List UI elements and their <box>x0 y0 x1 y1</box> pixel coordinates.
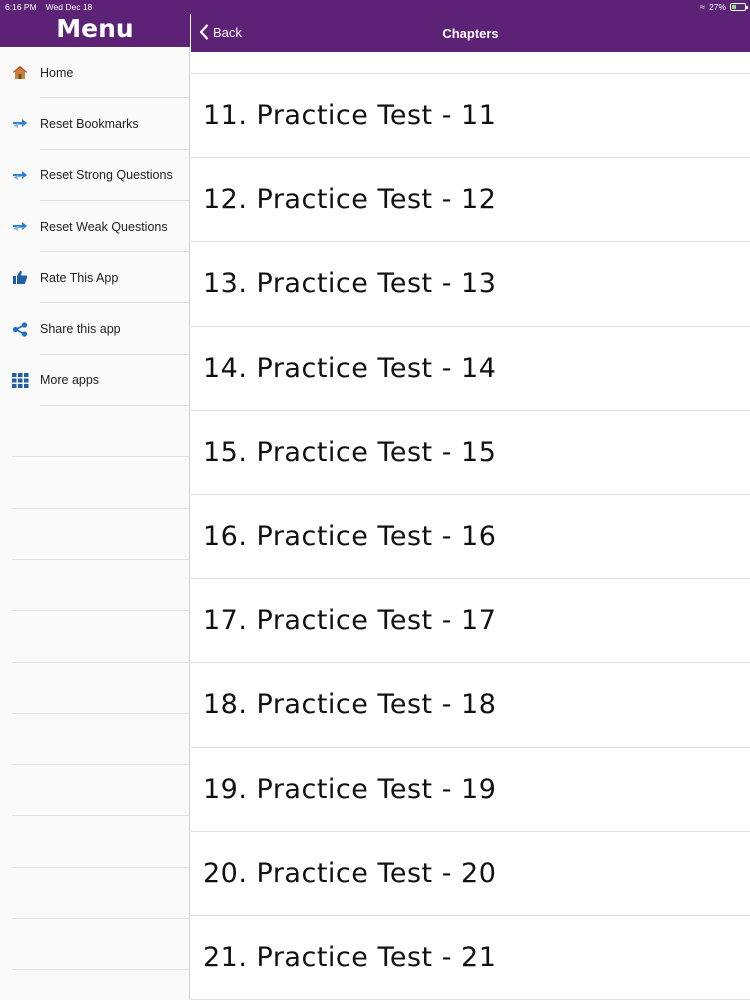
empty-row <box>0 765 190 817</box>
page-title: Chapters <box>442 26 499 41</box>
chapter-item[interactable]: 14. Practice Test - 14 <box>191 327 750 411</box>
menu-title: Menu <box>56 14 134 43</box>
empty-row <box>0 560 190 612</box>
chapter-item[interactable]: 12. Practice Test - 12 <box>191 158 750 243</box>
menu-item-label: More apps <box>40 373 100 388</box>
menu-item-label: Reset Bookmarks <box>40 116 139 131</box>
menu-item-reset-strong-questions[interactable]: Reset Strong Questions <box>0 150 190 201</box>
empty-row <box>0 457 190 509</box>
chapter-item[interactable]: 19. Practice Test - 19 <box>191 748 750 832</box>
chapters-panel: Back Chapters 11. Practice Test - 11 12.… <box>191 0 750 1000</box>
empty-row <box>0 406 190 458</box>
menu-item-reset-bookmarks[interactable]: Reset Bookmarks <box>0 98 190 150</box>
grid-icon <box>0 372 40 388</box>
chapter-list: 11. Practice Test - 11 12. Practice Test… <box>191 52 750 1000</box>
empty-row <box>0 509 190 560</box>
thumbs-up-icon <box>0 270 40 285</box>
divider <box>12 969 190 971</box>
back-label: Back <box>213 24 242 40</box>
empty-row <box>0 663 190 714</box>
wifi-icon: ≈ <box>700 1 705 12</box>
menu-list: Home Reset Bookmarks Reset Strong Questi… <box>0 47 190 971</box>
chevron-left-icon <box>199 24 209 40</box>
list-top-spacer <box>191 52 750 74</box>
empty-row <box>0 611 190 663</box>
empty-row <box>0 868 190 920</box>
menu-item-label: Reset Strong Questions <box>40 168 173 183</box>
menu-item-label: Home <box>40 65 74 80</box>
menu-item-label: Share this app <box>40 322 121 337</box>
empty-row <box>0 714 190 766</box>
reset-arrows-icon <box>0 117 40 130</box>
menu-item-label: Rate This App <box>40 270 119 285</box>
reset-arrows-icon <box>0 169 40 182</box>
chapter-item[interactable]: 21. Practice Test - 21 <box>191 916 750 1000</box>
share-icon <box>0 322 40 337</box>
menu-item-rate-app[interactable]: Rate This App <box>0 252 190 304</box>
chapter-item[interactable]: 17. Practice Test - 17 <box>191 579 750 664</box>
empty-row <box>0 919 190 971</box>
empty-row <box>0 816 190 868</box>
battery-percent: 27% <box>708 2 726 12</box>
chapter-item[interactable]: 18. Practice Test - 18 <box>191 663 750 748</box>
chapter-item[interactable]: 20. Practice Test - 20 <box>191 832 750 916</box>
menu-item-label: Reset Weak Questions <box>40 219 168 234</box>
chapter-item[interactable]: 15. Practice Test - 15 <box>191 411 750 495</box>
chapter-item[interactable]: 11. Practice Test - 11 <box>191 74 750 159</box>
status-bar: 6:16 PM Wed Dec 18 ≈ 27% <box>0 0 750 14</box>
status-time: 6:16 PM <box>5 2 37 12</box>
menu-item-share-app[interactable]: Share this app <box>0 303 190 355</box>
chapter-item[interactable]: 13. Practice Test - 13 <box>191 242 750 327</box>
home-icon <box>0 65 40 80</box>
back-button[interactable]: Back <box>199 24 242 40</box>
menu-item-home[interactable]: Home <box>0 47 190 99</box>
status-date: Wed Dec 18 <box>45 2 93 12</box>
chapter-item[interactable]: 16. Practice Test - 16 <box>191 495 750 580</box>
reset-arrows-icon <box>0 220 40 233</box>
side-menu: Menu Home Reset Bookmarks Reset Strong Q… <box>0 0 190 1000</box>
battery-icon <box>730 3 748 11</box>
menu-item-reset-weak-questions[interactable]: Reset Weak Questions <box>0 201 190 253</box>
menu-item-more-apps[interactable]: More apps <box>0 355 190 407</box>
